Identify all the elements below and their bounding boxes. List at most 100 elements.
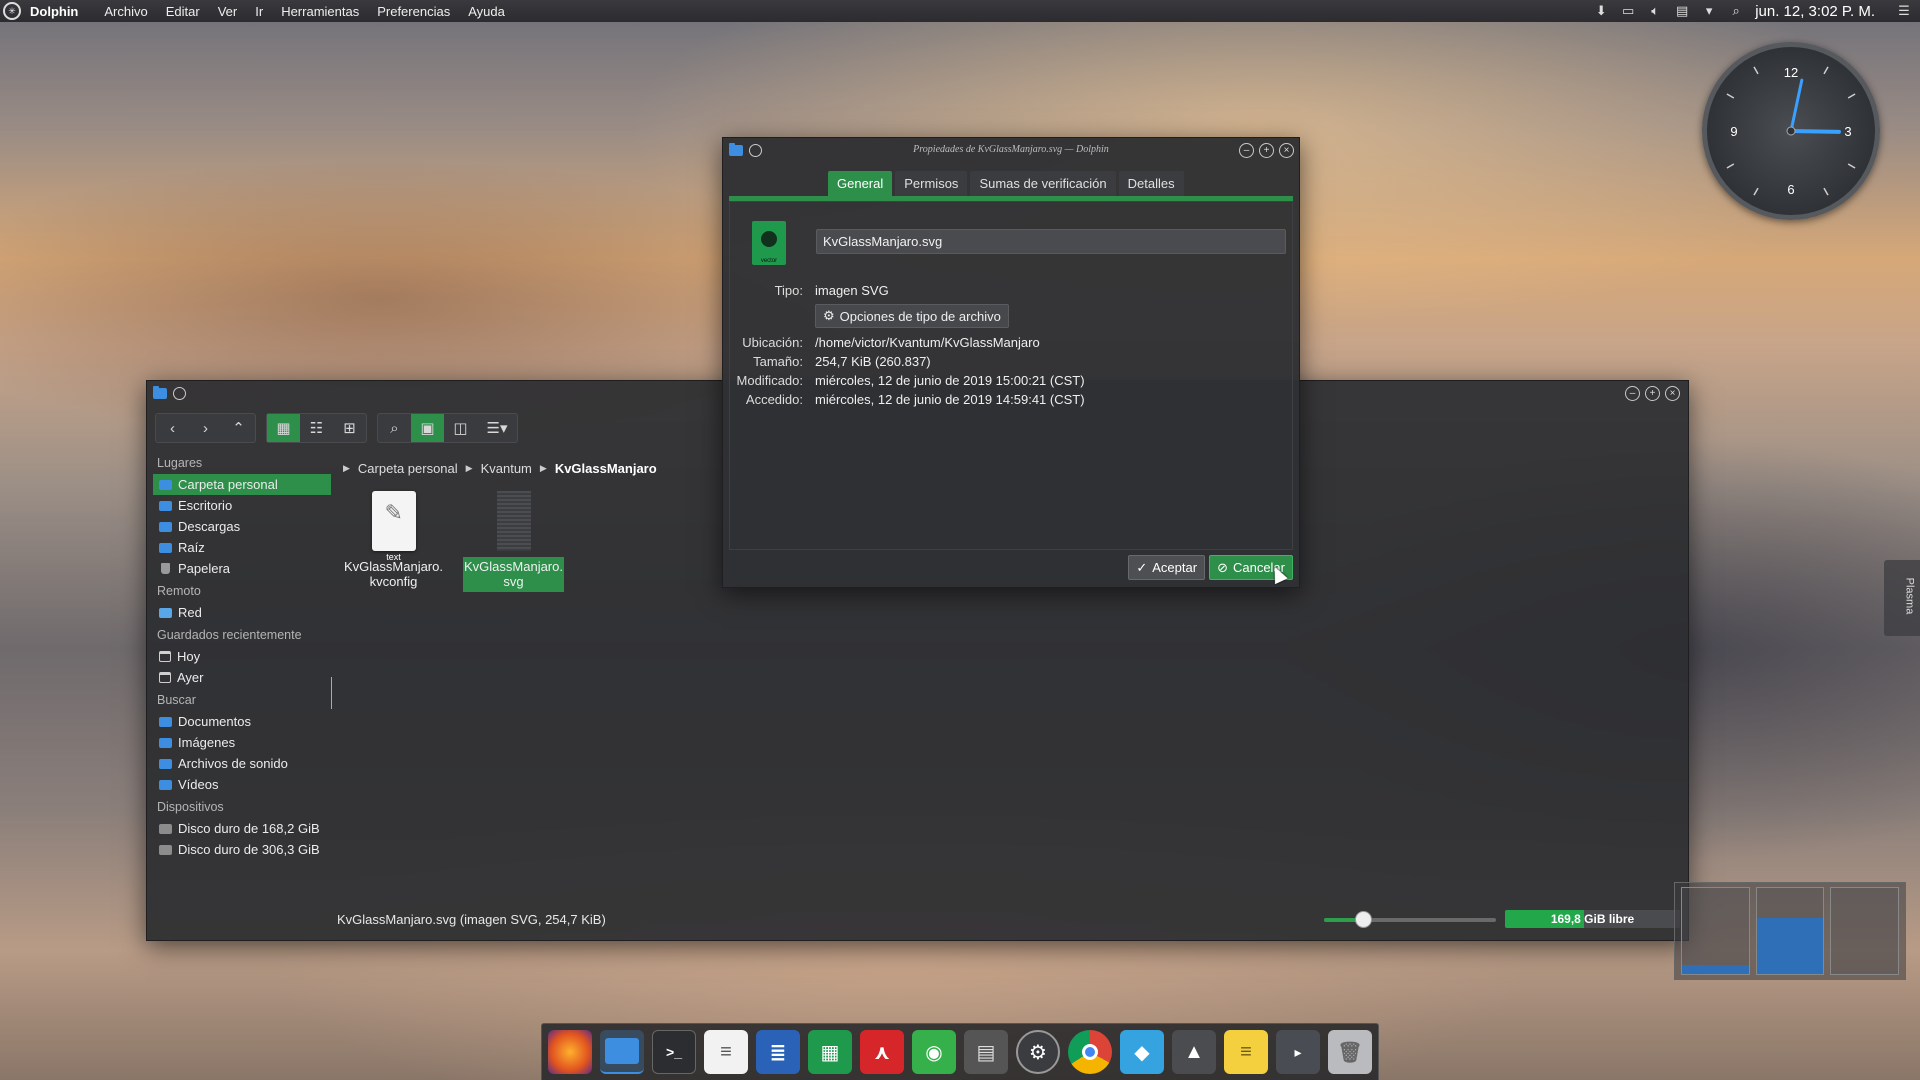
place-label: Imágenes xyxy=(178,735,236,750)
properties-titlebar[interactable]: Propiedades de KvGlassManjaro.svg — Dolp… xyxy=(723,138,1299,162)
place-ayer[interactable]: Ayer xyxy=(153,667,331,688)
place-videos[interactable]: Vídeos xyxy=(153,774,331,795)
digital-clock[interactable]: jun. 12, 3:02 P. M. xyxy=(1755,3,1875,20)
panel-splitter[interactable] xyxy=(331,677,332,709)
download-icon[interactable]: ⬇ xyxy=(1593,3,1609,19)
menu-preferencias[interactable]: Preferencias xyxy=(368,4,459,19)
search-icon[interactable]: ⌕ xyxy=(1728,3,1744,19)
preview-button[interactable]: ▣ xyxy=(411,414,444,442)
pdf-icon[interactable]: ⋏ xyxy=(860,1030,904,1074)
settings-icon[interactable]: ⚙ xyxy=(1016,1030,1060,1074)
minimize-button[interactable]: – xyxy=(1239,143,1254,158)
close-button[interactable]: × xyxy=(1665,386,1680,401)
app-launcher-icon[interactable]: ✳ xyxy=(3,2,21,20)
aceptar-button[interactable]: ✓ Aceptar xyxy=(1128,555,1206,580)
arrow-down-icon[interactable]: ▾ xyxy=(1701,3,1717,19)
place-carpeta-personal[interactable]: Carpeta personal xyxy=(153,474,331,495)
tab-detalles[interactable]: Detalles xyxy=(1118,171,1184,196)
tab-sumas[interactable]: Sumas de verificación xyxy=(970,171,1116,196)
place-label: Hoy xyxy=(177,649,201,664)
minimize-button[interactable]: – xyxy=(1625,386,1640,401)
clipboard-icon[interactable]: ▤ xyxy=(1674,3,1690,19)
places-header-recientes: Guardados recientemente xyxy=(157,628,302,642)
svg-file-icon[interactable]: vector xyxy=(752,221,786,265)
virtual-desktop-1[interactable] xyxy=(1681,887,1750,975)
plasma-toolbox[interactable]: Plasma xyxy=(1884,560,1920,636)
zoom-slider-handle[interactable] xyxy=(1355,911,1373,928)
crumb-kvantum[interactable]: Kvantum xyxy=(481,461,532,476)
place-disk-168[interactable]: Disco duro de 168,2 GiB xyxy=(153,818,331,839)
place-archivos-sonido[interactable]: Archivos de sonido xyxy=(153,753,331,774)
dialog-title: Propiedades de KvGlassManjaro.svg — Dolp… xyxy=(913,144,1109,155)
terminal-icon[interactable]: >_ xyxy=(652,1030,696,1074)
menu-ayuda[interactable]: Ayuda xyxy=(459,4,514,19)
hamburger-menu-button[interactable]: ☰▾ xyxy=(477,414,517,442)
calculator-icon[interactable]: ▤ xyxy=(964,1030,1008,1074)
place-red[interactable]: Red xyxy=(153,602,331,623)
trash-icon[interactable]: 🗑︎ xyxy=(1328,1030,1372,1074)
crumb-carpeta-personal[interactable]: Carpeta personal xyxy=(358,461,458,476)
place-imagenes[interactable]: Imágenes xyxy=(153,732,331,753)
search-button[interactable]: ⌕ xyxy=(378,414,411,442)
place-documentos[interactable]: Documentos xyxy=(153,711,331,732)
clock-face: 12 3 6 9 xyxy=(1726,65,1856,197)
place-hoy[interactable]: Hoy xyxy=(153,646,331,667)
menu-ver[interactable]: Ver xyxy=(209,4,247,19)
file-type-options-button[interactable]: ⚙ Opciones de tipo de archivo xyxy=(815,304,1009,328)
details-view-button[interactable]: ⊞ xyxy=(333,414,366,442)
screenshot-icon[interactable]: ◉ xyxy=(912,1030,956,1074)
ubicacion-value: /home/victor/Kvantum/KvGlassManjaro xyxy=(815,335,1040,350)
free-space-bar[interactable]: 169,8 GiB libre xyxy=(1505,910,1680,928)
tab-general[interactable]: General xyxy=(828,171,893,196)
place-disk-306[interactable]: Disco duro de 306,3 GiB xyxy=(153,839,331,860)
crumb-current[interactable]: KvGlassManjaro xyxy=(555,461,657,476)
file-item-svg[interactable]: KvGlassManjaro. svg xyxy=(463,491,564,592)
maximize-button[interactable]: + xyxy=(1259,143,1274,158)
text-editor-icon[interactable]: ≡ xyxy=(704,1030,748,1074)
maximize-button[interactable]: + xyxy=(1645,386,1660,401)
calc-icon[interactable]: ▦ xyxy=(808,1030,852,1074)
package-icon[interactable]: ◆ xyxy=(1120,1030,1164,1074)
compact-view-button[interactable]: ☷ xyxy=(300,414,333,442)
dialog-buttons: ✓ Aceptar ⊘ Cancelar xyxy=(1128,555,1293,580)
icons-view-button[interactable]: ▦ xyxy=(267,414,300,442)
firefox-icon[interactable] xyxy=(548,1030,592,1074)
chrome-icon[interactable] xyxy=(1068,1030,1112,1074)
calendar-icon xyxy=(159,672,171,683)
place-papelera[interactable]: Papelera xyxy=(153,558,331,579)
inkscape-icon[interactable]: ▲ xyxy=(1172,1030,1216,1074)
file-item-kvconfig[interactable]: ✎ text KvGlassManjaro. kvconfig xyxy=(343,491,444,592)
split-button[interactable]: ◫ xyxy=(444,414,477,442)
zoom-slider[interactable] xyxy=(1324,911,1496,928)
tab-permisos[interactable]: Permisos xyxy=(895,171,968,196)
notes-icon[interactable]: ≡ xyxy=(1224,1030,1268,1074)
place-raiz[interactable]: Raíz xyxy=(153,537,331,558)
remote-icon[interactable]: ▸ xyxy=(1276,1030,1320,1074)
gear-icon: ⚙ xyxy=(823,308,835,323)
file-name-field[interactable]: KvGlassManjaro.svg xyxy=(816,229,1286,254)
close-button[interactable]: × xyxy=(1279,143,1294,158)
menu-icon[interactable]: ☰ xyxy=(1896,3,1912,19)
folder-icon xyxy=(159,500,172,511)
volume-icon[interactable]: 🔈︎ xyxy=(1647,3,1663,19)
writer-icon[interactable]: ≣ xyxy=(756,1030,800,1074)
place-descargas[interactable]: Descargas xyxy=(153,516,331,537)
place-escritorio[interactable]: Escritorio xyxy=(153,495,331,516)
virtual-desktop-3[interactable] xyxy=(1830,887,1900,975)
up-button[interactable]: ⌃ xyxy=(222,414,255,442)
menu-ir[interactable]: Ir xyxy=(246,4,272,19)
menu-archivo[interactable]: Archivo xyxy=(95,4,156,19)
clock-numeral-12: 12 xyxy=(1784,65,1798,80)
back-button[interactable]: ‹ xyxy=(156,414,189,442)
file-manager-icon[interactable] xyxy=(600,1030,644,1074)
places-header-buscar: Buscar xyxy=(157,693,196,707)
virtual-desktop-2[interactable] xyxy=(1755,887,1825,975)
dock: >_ ≡ ≣ ▦ ⋏ ◉ ▤ ⚙ ◆ ▲ ≡ ▸ 🗑︎ xyxy=(541,1023,1379,1080)
menu-editar[interactable]: Editar xyxy=(157,4,209,19)
desktop-window-fill xyxy=(1756,918,1824,974)
menu-herramientas[interactable]: Herramientas xyxy=(272,4,368,19)
pin-icon[interactable] xyxy=(173,387,186,400)
forward-button[interactable]: › xyxy=(189,414,222,442)
display-icon[interactable]: ▭ xyxy=(1620,3,1636,19)
clock-tick xyxy=(1823,187,1829,196)
